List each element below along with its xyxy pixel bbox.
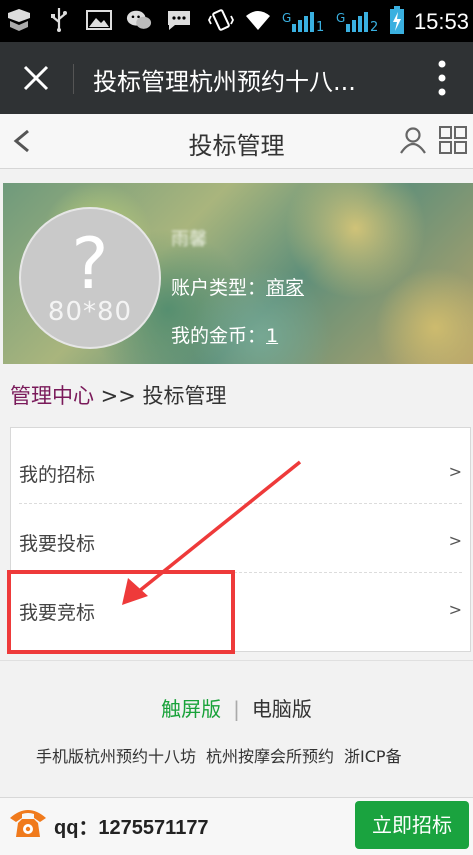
chevron-right-icon: >: [448, 462, 462, 481]
coins-label: 我的金币：: [171, 325, 267, 347]
account-type-label: 账户类型：: [171, 277, 267, 299]
account-type: 账户类型：商家: [171, 273, 304, 300]
signal-icon-2: G 2: [336, 8, 380, 36]
message-icon: [166, 8, 192, 32]
version-switch: 触屏版 | 电脑版: [0, 693, 473, 722]
avatar[interactable]: ? 80*80: [19, 207, 161, 349]
svg-text:G: G: [282, 11, 291, 25]
page-header: 投标管理: [0, 114, 473, 169]
breadcrumb-root-link[interactable]: 管理中心: [10, 384, 94, 408]
usb-icon: [46, 8, 72, 32]
footer-link[interactable]: 杭州按摩会所预约: [206, 747, 334, 766]
avatar-size-label: 80*80: [47, 297, 133, 327]
grid-menu-icon[interactable]: [439, 126, 467, 154]
more-options-icon[interactable]: [437, 60, 447, 96]
breadcrumb-separator: >>: [94, 384, 143, 408]
menu-item-label: 我要投标: [19, 533, 96, 555]
qq-contact[interactable]: qq：1275571177: [54, 811, 209, 840]
annotation-highlight-box: [7, 570, 235, 654]
touch-version-link[interactable]: 触屏版: [161, 697, 221, 721]
coins: 我的金币：1: [171, 321, 278, 348]
menu-item-submit-bid[interactable]: 我要投标 >: [19, 503, 462, 573]
footer: 触屏版 | 电脑版 手机版杭州预约十八坊 杭州按摩会所预约 浙ICP备: [0, 660, 473, 798]
wifi-icon: [244, 8, 272, 36]
status-bar: G 1 G 2 15:53: [0, 0, 473, 42]
webview-titlebar: 投标管理杭州预约十八...: [0, 42, 473, 114]
profile-banner: ? 80*80 雨馨 账户类型：商家 我的金币：1: [3, 183, 473, 364]
menu-item-label: 我的招标: [19, 464, 96, 486]
status-clock: 15:53: [413, 9, 469, 34]
webview-title: 投标管理杭州预约十八...: [93, 68, 356, 96]
avatar-placeholder-symbol: ?: [71, 223, 109, 305]
notification-icon: [6, 8, 32, 32]
pc-version-link[interactable]: 电脑版: [252, 697, 312, 721]
battery-charging-icon: [389, 6, 404, 38]
breadcrumb-current: 投标管理: [142, 384, 227, 408]
chevron-right-icon: >: [448, 531, 462, 550]
icp-text: 浙ICP备: [344, 747, 402, 766]
footer-links: 手机版杭州预约十八坊 杭州按摩会所预约 浙ICP备: [36, 743, 412, 767]
version-divider: |: [233, 697, 240, 721]
phone-icon[interactable]: [8, 806, 48, 840]
bottom-bar: qq：1275571177 立即招标: [0, 797, 473, 855]
user-icon[interactable]: [399, 126, 427, 154]
account-type-link[interactable]: 商家: [266, 277, 304, 299]
sim2-label: 2: [369, 20, 379, 35]
footer-link[interactable]: 手机版杭州预约十八坊: [36, 747, 196, 766]
chevron-right-icon: >: [448, 600, 462, 619]
wechat-icon: [126, 8, 152, 32]
image-icon: [86, 8, 112, 32]
menu-item-my-tenders[interactable]: 我的招标 >: [19, 434, 462, 504]
svg-text:G: G: [336, 11, 345, 25]
titlebar-divider: [73, 64, 74, 94]
username: 雨馨: [171, 229, 207, 250]
coins-link[interactable]: 1: [266, 325, 278, 347]
close-icon[interactable]: [20, 62, 52, 94]
breadcrumb: 管理中心 >> 投标管理: [10, 380, 227, 410]
post-tender-button[interactable]: 立即招标: [355, 801, 469, 849]
sim1-label: 1: [315, 20, 325, 35]
vibrate-icon: [207, 7, 234, 37]
signal-icon: G 1: [282, 8, 326, 36]
